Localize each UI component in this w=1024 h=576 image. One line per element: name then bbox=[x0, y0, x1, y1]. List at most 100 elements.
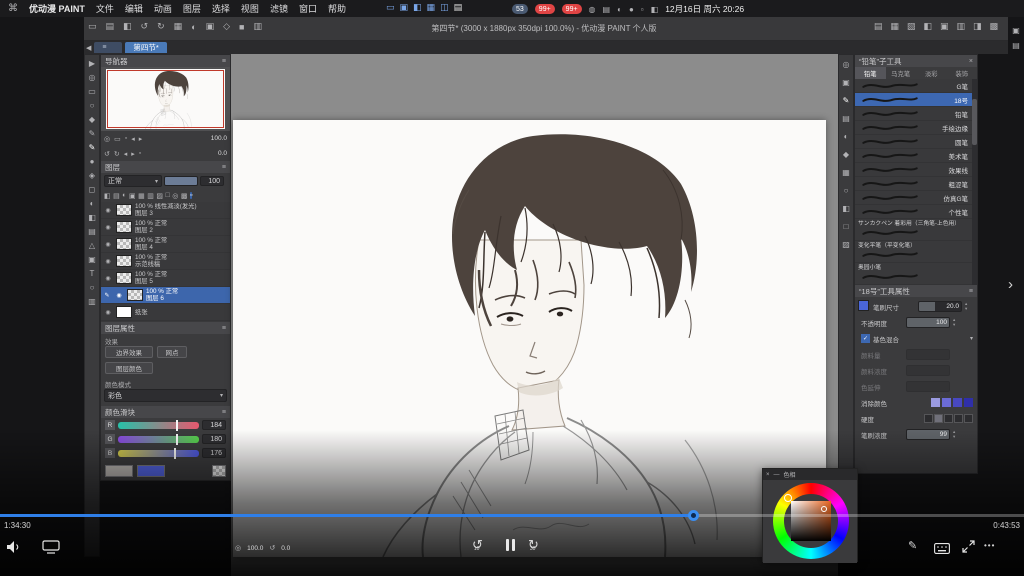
green-value[interactable]: 180 bbox=[202, 434, 226, 444]
layer-visibility-eye-icon[interactable]: ◉ bbox=[103, 309, 113, 316]
progress-track[interactable] bbox=[0, 514, 1024, 517]
color-wheel-minimize-icon[interactable]: — bbox=[774, 472, 780, 478]
layer-visibility-eye-icon[interactable]: ◉ bbox=[103, 258, 113, 265]
brush-row[interactable]: 圆笔 bbox=[855, 135, 977, 149]
wifi-icon[interactable]: ▫ bbox=[641, 5, 644, 14]
opacity-spinner[interactable]: ▴▾ bbox=[953, 318, 955, 327]
undo-icon[interactable]: ↺ bbox=[141, 21, 149, 32]
canvas[interactable] bbox=[233, 120, 826, 557]
menu-help[interactable]: 帮助 bbox=[328, 2, 346, 15]
subview-tool[interactable]: ▣ bbox=[842, 78, 850, 87]
layer-thumbnail[interactable] bbox=[116, 204, 132, 216]
brush-row[interactable]: 仿真G笔 bbox=[855, 191, 977, 205]
layer-thumbnail[interactable] bbox=[116, 272, 132, 284]
grid-toggle-icon[interactable]: ▦ bbox=[174, 21, 183, 32]
save-icon[interactable]: ▤ bbox=[106, 21, 115, 32]
brush-row-selected[interactable]: 18号 bbox=[855, 93, 977, 107]
brush-size-spinner[interactable]: ▴▾ bbox=[965, 302, 967, 311]
eyedropper-tool[interactable]: ◆ bbox=[89, 115, 95, 124]
layer-opacity-value[interactable]: 100 bbox=[200, 176, 224, 186]
notes-button[interactable]: ✎ bbox=[908, 539, 917, 552]
new-layer-icon[interactable]: ◧ bbox=[104, 192, 111, 200]
color-mode-dropdown[interactable]: 彩色 ▾ bbox=[104, 389, 227, 402]
frame-tool[interactable]: ▣ bbox=[88, 255, 96, 264]
marquee-tool[interactable]: ▭ bbox=[88, 87, 96, 96]
layer-thumbnail[interactable] bbox=[116, 255, 132, 267]
export-icon[interactable]: ◧ bbox=[123, 21, 132, 32]
layer-property-menu-icon[interactable]: ≡ bbox=[222, 325, 226, 332]
layer-name[interactable]: 图层 5 bbox=[135, 278, 167, 285]
move-tool[interactable]: ◎ bbox=[89, 73, 96, 82]
layer-visibility-eye-icon[interactable]: ◉ bbox=[103, 224, 113, 231]
next-chevron-button[interactable]: › bbox=[1008, 276, 1013, 293]
brush-row[interactable]: G笔 bbox=[855, 79, 977, 93]
transform-status-icon[interactable]: ▣ bbox=[400, 2, 409, 13]
menu-filter[interactable]: 滤镜 bbox=[270, 2, 288, 15]
layers-menu-icon[interactable]: ≡ bbox=[222, 164, 226, 171]
forward-30-button[interactable]: ↻30 bbox=[528, 537, 544, 553]
rotate-canvas-icon[interactable]: ◇ bbox=[223, 21, 230, 32]
delete-layer-icon[interactable]: ▩ bbox=[181, 192, 188, 200]
shortcut-button[interactable] bbox=[934, 541, 950, 559]
reset-rotate-icon[interactable]: ▫ bbox=[139, 150, 141, 157]
fit-screen-icon[interactable]: ▫ bbox=[125, 135, 127, 142]
layer-name[interactable]: 图层 2 bbox=[135, 227, 167, 234]
workspace-icon-4[interactable]: ◧ bbox=[923, 21, 932, 32]
brush-row[interactable]: 变化平笔（平变化笔） bbox=[855, 241, 977, 263]
brush-row[interactable]: 粗涩笔 bbox=[855, 177, 977, 191]
brush-row[interactable]: 铅笔 bbox=[855, 107, 977, 121]
mask-layer-icon[interactable]: ◎ bbox=[172, 192, 178, 200]
tab-list-icon-chip[interactable]: ≡ bbox=[94, 42, 122, 53]
airbrush-tool[interactable]: ● bbox=[90, 157, 95, 166]
workspace-icon-7[interactable]: ◨ bbox=[973, 21, 982, 32]
menu-select[interactable]: 选择 bbox=[212, 2, 230, 15]
erase-option-4[interactable] bbox=[964, 398, 973, 407]
sub-color-swatch[interactable] bbox=[137, 465, 165, 477]
layer-row-selected[interactable]: ✎ ◉ 100 % 正常图层 6 bbox=[101, 287, 230, 304]
lock-alpha-icon[interactable]: ▥ bbox=[147, 192, 154, 200]
lasso-tool[interactable]: ○ bbox=[90, 101, 95, 110]
bluetooth-icon[interactable]: ◐ bbox=[617, 5, 622, 14]
snap-toggle-icon[interactable]: ◐ bbox=[191, 21, 196, 32]
material-panel-icon[interactable]: ▤ bbox=[842, 114, 850, 123]
navigator-view-frame[interactable] bbox=[107, 70, 224, 128]
layer-name[interactable]: 图层 6 bbox=[146, 295, 178, 302]
subtool-tab-marker[interactable]: 马克笔 bbox=[886, 67, 917, 79]
workspace-icon-6[interactable]: ▥ bbox=[956, 21, 965, 32]
decoration-tool[interactable]: ◈ bbox=[89, 171, 95, 180]
draft-layer-icon[interactable]: □ bbox=[165, 192, 169, 199]
border-effect-button[interactable]: 边界效果 bbox=[105, 346, 153, 358]
operate-tool[interactable]: ▶ bbox=[89, 59, 95, 68]
erase-option-1[interactable] bbox=[931, 398, 940, 407]
pen-tool[interactable]: ✎ bbox=[89, 129, 96, 138]
mix-expand-icon[interactable]: ▾ bbox=[970, 335, 973, 342]
layer-name[interactable]: 图层 4 bbox=[135, 244, 167, 251]
new-file-icon[interactable]: ▭ bbox=[88, 21, 97, 32]
blue-slider[interactable] bbox=[118, 450, 199, 457]
hardness-level-3[interactable] bbox=[944, 414, 953, 423]
tab-scroll-back-icon[interactable]: ◀ bbox=[86, 44, 91, 52]
palette-color-icon[interactable]: ▫ bbox=[190, 192, 192, 199]
subtool-close-icon[interactable]: × bbox=[969, 58, 973, 65]
blend-mode-dropdown[interactable]: 正常 ▾ bbox=[104, 175, 162, 187]
color-slider-menu-icon[interactable]: ≡ bbox=[222, 409, 226, 416]
volume-button[interactable] bbox=[6, 540, 22, 559]
fill-tool[interactable]: ◧ bbox=[88, 213, 96, 222]
history-panel-icon[interactable]: ◐ bbox=[844, 132, 849, 141]
correction-tool[interactable]: ▥ bbox=[88, 297, 96, 306]
layer-color-button[interactable]: 图层颜色 bbox=[105, 362, 153, 374]
blend-tool[interactable]: ◐ bbox=[90, 199, 95, 208]
layer-row[interactable]: ◉ 100 % 正常图层 4 bbox=[101, 236, 230, 253]
tool-property-menu-icon[interactable]: ≡ bbox=[969, 288, 973, 295]
gradient-tool[interactable]: ▤ bbox=[88, 227, 96, 236]
eraser-tool[interactable]: ◻ bbox=[89, 185, 96, 194]
layer-name[interactable]: 纸张 bbox=[135, 309, 148, 316]
workspace-icon-8[interactable]: ▩ bbox=[989, 21, 998, 32]
input-source-icon[interactable]: ◍ bbox=[589, 5, 596, 14]
clip-layer-icon[interactable]: ◐ bbox=[122, 192, 126, 199]
pause-button[interactable] bbox=[506, 539, 515, 551]
zoom-dec-icon[interactable]: ◂ bbox=[131, 135, 135, 143]
cast-button[interactable] bbox=[42, 540, 60, 559]
battery-icon[interactable]: ● bbox=[629, 5, 634, 14]
hardness-level-2[interactable] bbox=[934, 414, 943, 423]
